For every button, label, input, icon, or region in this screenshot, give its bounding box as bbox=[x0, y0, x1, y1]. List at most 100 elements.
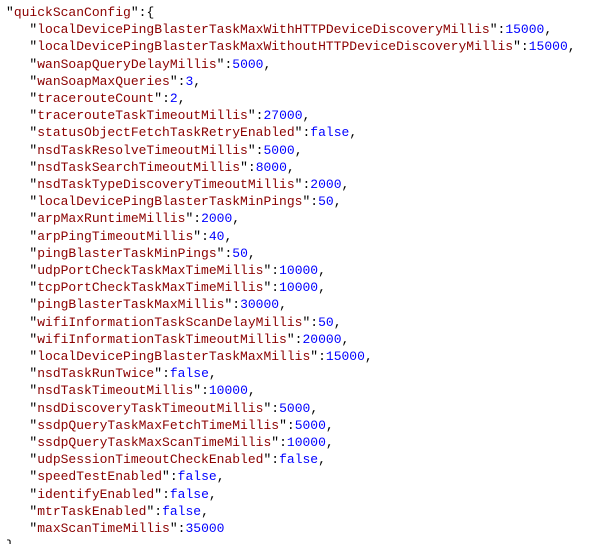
punct: , bbox=[334, 194, 342, 209]
punct: , bbox=[193, 74, 201, 89]
punct: : bbox=[201, 383, 209, 398]
punct: " bbox=[154, 91, 162, 106]
json-key: wifiInformationTaskScanDelayMillis bbox=[37, 315, 302, 330]
json-key: mtrTaskEnabled bbox=[37, 504, 146, 519]
punct: , bbox=[248, 383, 256, 398]
json-number: 5000 bbox=[263, 143, 294, 158]
punct: " bbox=[248, 143, 256, 158]
json-key: statusObjectFetchTaskRetryEnabled bbox=[37, 125, 294, 140]
punct: , bbox=[248, 246, 256, 261]
punct: : bbox=[287, 418, 295, 433]
punct: : bbox=[521, 39, 529, 54]
json-number: 10000 bbox=[287, 435, 326, 450]
json-key: nsdDiscoveryTaskTimeoutMillis bbox=[37, 401, 263, 416]
punct: : bbox=[162, 91, 170, 106]
punct: , bbox=[544, 22, 552, 37]
json-key: arpMaxRuntimeMillis bbox=[37, 211, 185, 226]
punct: " bbox=[193, 229, 201, 244]
json-root-key: quickScanConfig bbox=[14, 5, 131, 20]
json-number: 40 bbox=[209, 229, 225, 244]
json-key: localDevicePingBlasterTaskMaxWithHTTPDev… bbox=[37, 22, 489, 37]
punct: , bbox=[342, 177, 350, 192]
json-key: nsdTaskResolveTimeoutMillis bbox=[37, 143, 248, 158]
punct: : bbox=[310, 315, 318, 330]
json-number: 50 bbox=[318, 194, 334, 209]
json-number: 15000 bbox=[529, 39, 568, 54]
punct: } bbox=[6, 538, 14, 544]
punct: , bbox=[365, 349, 373, 364]
punct: " bbox=[170, 521, 178, 536]
json-key: pingBlasterTaskMaxMillis bbox=[37, 297, 224, 312]
json-number: 50 bbox=[318, 315, 334, 330]
json-boolean: false bbox=[170, 487, 209, 502]
json-key: wanSoapMaxQueries bbox=[37, 74, 170, 89]
json-number: 27000 bbox=[263, 108, 302, 123]
json-key: wifiInformationTaskTimeoutMillis bbox=[37, 332, 287, 347]
json-number: 5000 bbox=[232, 57, 263, 72]
json-boolean: false bbox=[310, 125, 349, 140]
json-key: localDevicePingBlasterTaskMaxWithoutHTTP… bbox=[37, 39, 513, 54]
punct: : bbox=[271, 263, 279, 278]
punct: " bbox=[279, 418, 287, 433]
punct: " bbox=[170, 74, 178, 89]
punct: , bbox=[217, 469, 225, 484]
punct: " bbox=[240, 160, 248, 175]
punct: : bbox=[318, 349, 326, 364]
punct: , bbox=[209, 366, 217, 381]
json-key: ssdpQueryTaskMaxFetchTimeMillis bbox=[37, 418, 279, 433]
json-key: localDevicePingBlasterTaskMinPings bbox=[37, 194, 302, 209]
json-number: 5000 bbox=[295, 418, 326, 433]
json-number: 15000 bbox=[505, 22, 544, 37]
punct: " bbox=[193, 383, 201, 398]
json-key: nsdTaskTypeDiscoveryTimeoutMillis bbox=[37, 177, 294, 192]
punct: : bbox=[154, 504, 162, 519]
json-key: tracerouteTaskTimeoutMillis bbox=[37, 108, 248, 123]
punct: , bbox=[279, 297, 287, 312]
punct: , bbox=[178, 91, 186, 106]
json-key: localDevicePingBlasterTaskMaxMillis bbox=[37, 349, 310, 364]
json-boolean: false bbox=[279, 452, 318, 467]
punct: , bbox=[209, 487, 217, 502]
punct: , bbox=[568, 39, 576, 54]
json-number: 30000 bbox=[240, 297, 279, 312]
json-key: nsdTaskSearchTimeoutMillis bbox=[37, 160, 240, 175]
punct: , bbox=[318, 280, 326, 295]
punct: , bbox=[349, 125, 357, 140]
json-key: tcpPortCheckTaskMaxTimeMillis bbox=[37, 280, 263, 295]
punct: , bbox=[264, 57, 272, 72]
punct: , bbox=[224, 229, 232, 244]
punct: : bbox=[279, 435, 287, 450]
json-boolean: false bbox=[162, 504, 201, 519]
punct: : bbox=[232, 297, 240, 312]
json-key: speedTestEnabled bbox=[37, 469, 162, 484]
punct: : bbox=[170, 469, 178, 484]
punct: " bbox=[287, 332, 295, 347]
json-key: ssdpQueryTaskMaxScanTimeMillis bbox=[37, 435, 271, 450]
punct: : bbox=[162, 366, 170, 381]
json-boolean: false bbox=[178, 469, 217, 484]
json-number: 10000 bbox=[209, 383, 248, 398]
json-key: nsdTaskRunTwice bbox=[37, 366, 154, 381]
punct: , bbox=[287, 160, 295, 175]
punct: , bbox=[342, 332, 350, 347]
json-key: wanSoapQueryDelayMillis bbox=[37, 57, 216, 72]
punct: , bbox=[303, 108, 311, 123]
punct: : bbox=[248, 160, 256, 175]
punct: " bbox=[310, 349, 318, 364]
punct: " bbox=[6, 5, 14, 20]
punct: , bbox=[201, 504, 209, 519]
punct: : bbox=[162, 487, 170, 502]
json-boolean: false bbox=[170, 366, 209, 381]
punct: , bbox=[232, 211, 240, 226]
json-key: tracerouteCount bbox=[37, 91, 154, 106]
punct: , bbox=[310, 401, 318, 416]
json-number: 35000 bbox=[185, 521, 224, 536]
punct: " bbox=[248, 108, 256, 123]
punct: , bbox=[14, 538, 22, 544]
punct: : bbox=[201, 229, 209, 244]
punct: " bbox=[490, 22, 498, 37]
punct: : bbox=[271, 280, 279, 295]
json-key: nsdTaskTimeoutMillis bbox=[37, 383, 193, 398]
punct: " bbox=[513, 39, 521, 54]
punct: , bbox=[334, 315, 342, 330]
